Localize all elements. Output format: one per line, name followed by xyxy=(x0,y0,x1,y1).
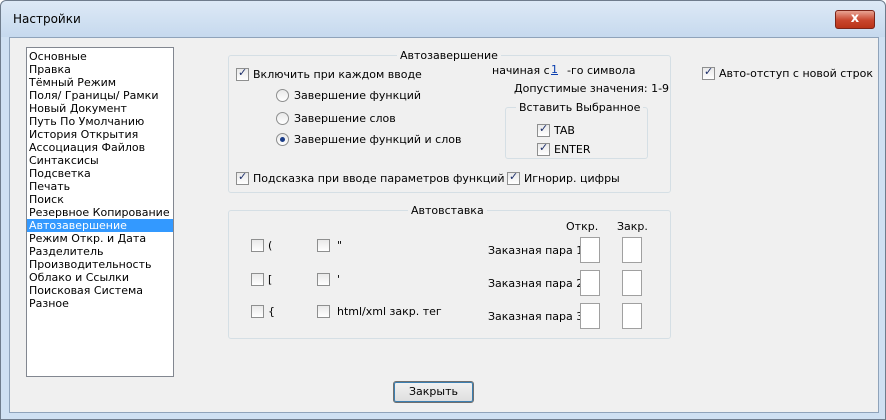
start-from-suffix: -го символа xyxy=(567,64,636,77)
custom-pair-2-label: Заказная пара 2: xyxy=(488,277,587,290)
checkbox-mark xyxy=(702,65,715,80)
checkbox-mark xyxy=(507,170,520,185)
allowed-values-text: Допустимые значения: 1-9 xyxy=(514,82,670,95)
checkbox-mark xyxy=(251,239,264,252)
checkbox-mark xyxy=(537,141,550,156)
start-char-count-field[interactable]: 1 xyxy=(551,63,558,76)
sidebar-item[interactable]: Поисковая Система xyxy=(27,284,173,297)
checkbox-mark xyxy=(251,273,264,286)
sidebar-item[interactable]: История Открытия xyxy=(27,128,173,141)
checkbox-mark xyxy=(236,170,249,185)
close-button[interactable]: Закрыть xyxy=(393,381,474,403)
sidebar-item[interactable]: Автозавершение xyxy=(27,219,173,232)
pair-1-close-input[interactable] xyxy=(622,237,642,263)
enable-on-input-checkbox[interactable]: Включить при каждом вводе xyxy=(236,66,422,81)
radio-functions-label: Завершение функций xyxy=(294,89,421,102)
paren-checkbox[interactable]: ( xyxy=(251,239,272,252)
dialog-client-area: Основные Правка Тёмный Режим Поля/ Границы/… xyxy=(9,37,879,413)
sidebar-item[interactable]: Подсветка xyxy=(27,167,173,180)
sidebar-item[interactable]: Поля/ Границы/ Рамки xyxy=(27,89,173,102)
custom-pair-1-label: Заказная пара 1: xyxy=(488,244,587,257)
sidebar-item[interactable]: Путь По Умолчанию xyxy=(27,115,173,128)
ignore-digits-label: Игнорир. цифры xyxy=(524,172,620,185)
settings-category-list[interactable]: Основные Правка Тёмный Режим Поля/ Границы/… xyxy=(26,47,174,377)
radio-both-label: Завершение функций и слов xyxy=(294,133,462,146)
window-close-button[interactable]: x xyxy=(835,10,875,29)
settings-window: Настройки x Основные Правка Тёмный Режим По… xyxy=(0,0,886,420)
single-quote-checkbox[interactable]: ' xyxy=(317,273,340,286)
sidebar-item[interactable]: Тёмный Режим xyxy=(27,76,173,89)
radio-words-label: Завершение слов xyxy=(294,112,396,125)
pair-3-open-input[interactable] xyxy=(580,303,600,329)
autocomplete-group: Автозавершение Включить при каждом вводе… xyxy=(228,49,671,193)
double-quote-checkbox[interactable]: " xyxy=(317,239,342,252)
checkbox-mark xyxy=(251,305,264,318)
checkbox-mark xyxy=(317,273,330,286)
brace-checkbox[interactable]: { xyxy=(251,305,275,318)
radio-functions-and-words[interactable]: Завершение функций и слов xyxy=(276,133,461,146)
sidebar-item[interactable]: Правка xyxy=(27,63,173,76)
sidebar-item[interactable]: Производительность xyxy=(27,258,173,271)
checkbox-mark xyxy=(317,239,330,252)
pair-2-open-input[interactable] xyxy=(580,270,600,296)
pair-2-close-input[interactable] xyxy=(622,270,642,296)
sidebar-item[interactable]: Основные xyxy=(27,50,173,63)
custom-pair-3-label: Заказная пара 3: xyxy=(488,310,587,323)
sidebar-item[interactable]: Ассоциация Файлов xyxy=(27,141,173,154)
radio-indicator xyxy=(276,112,289,125)
paren-label: ( xyxy=(268,239,273,252)
brace-label: { xyxy=(268,305,275,318)
sidebar-item[interactable]: Разделитель xyxy=(27,245,173,258)
sidebar-item[interactable]: Облако и Ссылки xyxy=(27,271,173,284)
pair-3-close-input[interactable] xyxy=(622,303,642,329)
start-from-prefix: начиная с xyxy=(492,64,550,77)
window-title: Настройки xyxy=(13,12,81,26)
bracket-label: [ xyxy=(268,273,273,286)
bracket-checkbox[interactable]: [ xyxy=(251,273,272,286)
double-quote-label: " xyxy=(337,239,343,252)
param-hint-checkbox[interactable]: Подсказка при вводе параметров функций xyxy=(236,170,505,185)
sidebar-item[interactable]: Синтаксисы xyxy=(27,154,173,167)
ignore-digits-checkbox[interactable]: Игнорир. цифры xyxy=(507,170,620,185)
enable-on-input-label: Включить при каждом вводе xyxy=(253,68,422,81)
insert-selected-group-title: Вставить Выбранное xyxy=(516,101,644,114)
sidebar-item[interactable]: Разное xyxy=(27,297,173,310)
autoinsert-group-title: Автовставка xyxy=(408,204,487,217)
radio-words[interactable]: Завершение слов xyxy=(276,112,396,125)
tab-checkbox[interactable]: TAB xyxy=(537,122,575,137)
checkbox-mark xyxy=(236,66,249,81)
sidebar-item[interactable]: Режим Откр. и Дата xyxy=(27,232,173,245)
tab-label: TAB xyxy=(554,124,575,137)
param-hint-label: Подсказка при вводе параметров функций xyxy=(253,172,505,185)
radio-indicator xyxy=(276,133,289,146)
sidebar-item[interactable]: Резервное Копирование xyxy=(27,206,173,219)
auto-indent-checkbox[interactable]: Авто-отступ с новой строк xyxy=(702,65,874,80)
pair-1-open-input[interactable] xyxy=(580,237,600,263)
html-close-tag-label: html/xml закр. тег xyxy=(337,305,442,318)
checkbox-mark xyxy=(537,122,550,137)
sidebar-item[interactable]: Поиск xyxy=(27,193,173,206)
html-close-tag-checkbox[interactable]: html/xml закр. тег xyxy=(317,305,442,318)
sidebar-item[interactable]: Печать xyxy=(27,180,173,193)
single-quote-label: ' xyxy=(337,273,341,286)
radio-indicator xyxy=(276,89,289,102)
enter-label: ENTER xyxy=(554,143,591,156)
open-column-header: Откр. xyxy=(566,220,599,233)
auto-indent-label: Авто-отступ с новой строк xyxy=(719,67,874,80)
close-column-header: Закр. xyxy=(617,220,648,233)
title-bar: Настройки x xyxy=(1,1,885,37)
close-icon: x xyxy=(850,11,860,26)
autoinsert-group: Автовставка ( [ { " ' html/xml закр. тег… xyxy=(228,204,671,339)
checkbox-mark xyxy=(317,305,330,318)
sidebar-item[interactable]: Новый Документ xyxy=(27,102,173,115)
enter-checkbox[interactable]: ENTER xyxy=(537,141,591,156)
radio-functions[interactable]: Завершение функций xyxy=(276,89,421,102)
autocomplete-group-title: Автозавершение xyxy=(397,49,501,62)
insert-selected-group: Вставить Выбранное TAB ENTER xyxy=(505,101,648,159)
